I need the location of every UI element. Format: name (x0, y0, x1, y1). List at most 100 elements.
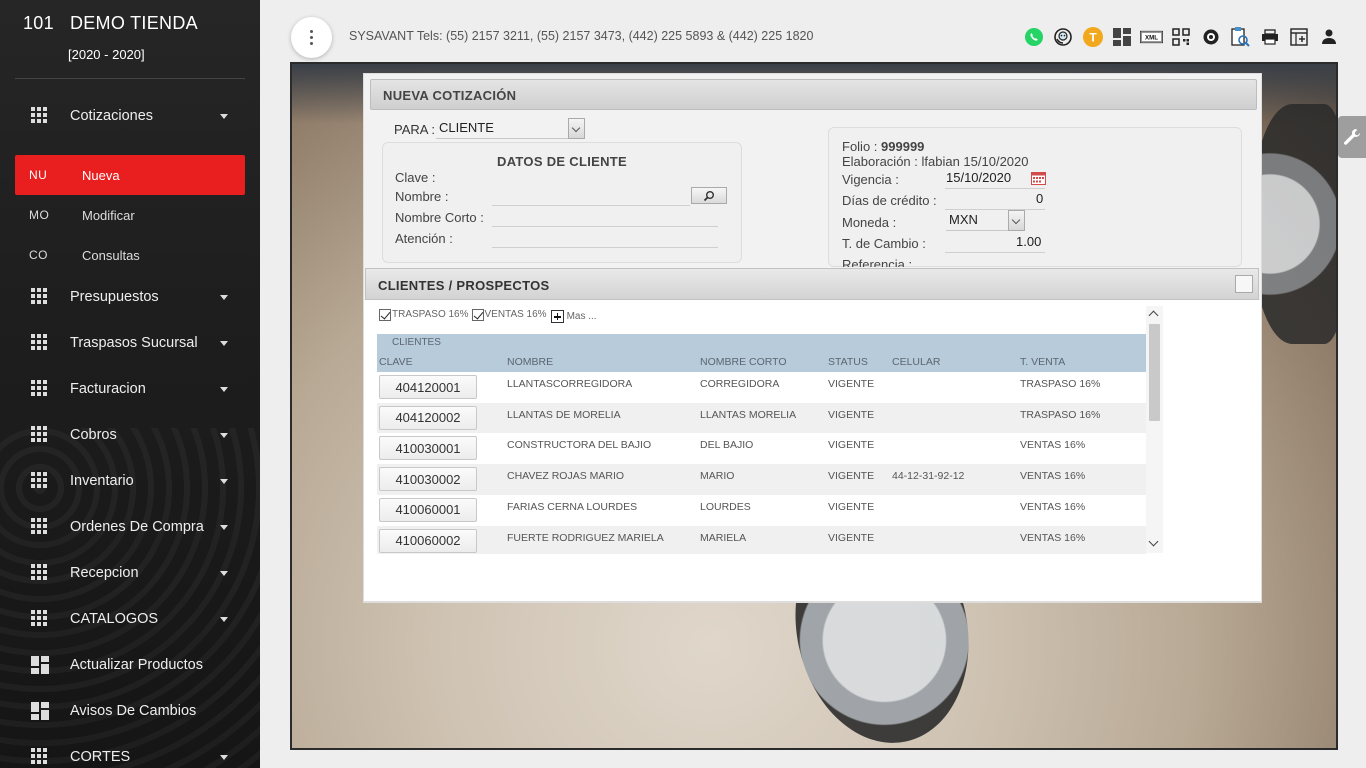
col-nombre-corto[interactable]: NOMBRE CORTO (700, 356, 787, 368)
caret-down-icon (220, 754, 228, 760)
folio-label: Folio : (842, 139, 878, 154)
grid-icon (31, 426, 49, 444)
table-row[interactable]: 404120002 LLANTAS DE MORELIA LLANTAS MOREL… (377, 402, 1146, 434)
caret-down-icon (220, 386, 228, 392)
sidebar-item-cotizaciones[interactable]: Cotizaciones (0, 96, 260, 136)
scroll-up-icon[interactable] (1148, 310, 1159, 321)
col-nombre[interactable]: NOMBRE (507, 356, 553, 368)
menu-button[interactable] (291, 17, 332, 58)
client-key-button[interactable]: 410030001 (379, 436, 477, 461)
cell-t-venta: VENTAS 16% (1020, 531, 1086, 544)
table-row[interactable]: 410060001 FARIAS CERNA LOURDES LOURDES VIGE… (377, 495, 1146, 526)
cell-nombre-corto: LOURDES (700, 500, 751, 513)
cell-t-venta: TRASPASO 16% (1020, 408, 1101, 421)
submenu-item-modificar[interactable]: MO Modificar (15, 195, 245, 235)
cell-status: VIGENTE (828, 531, 875, 544)
sidebar-item-cortes[interactable]: CORTES (0, 737, 260, 768)
nombre-input[interactable] (492, 205, 690, 206)
report-search-icon[interactable] (1229, 25, 1252, 48)
store-name: DEMO TIENDA (69, 13, 198, 33)
table-scrollbar[interactable] (1146, 306, 1163, 553)
cell-nombre-corto: CORREGIDORA (700, 378, 780, 390)
table-group-label: CLIENTES (392, 337, 441, 348)
table-row[interactable]: 410030001 CONSTRUCTORA DEL BAJIO DEL BAJIO… (377, 433, 1146, 464)
moneda-select[interactable]: MXN (946, 210, 1025, 231)
dashboard-icon[interactable] (1111, 25, 1134, 48)
atencion-input[interactable] (492, 247, 718, 248)
sidebar-item-facturacion[interactable]: Facturacion (0, 369, 260, 409)
sidebar-item-recepcion[interactable]: Recepcion (0, 553, 260, 593)
para-select[interactable]: CLIENTE (436, 118, 585, 139)
client-key-button[interactable]: 404120001 (379, 375, 477, 399)
sidebar-item-avisos-de-cambios[interactable]: Avisos De Cambios (0, 691, 260, 731)
calendar-icon[interactable] (1031, 171, 1046, 185)
vigencia-input[interactable]: 15/10/2020 (946, 170, 1011, 185)
table-row[interactable]: 404120001 LLANTASCORREGIDORA CORREGIDORA VI… (377, 372, 1146, 403)
filter-traspaso-label: TRASPASO 16% (392, 309, 469, 320)
caret-down-icon (220, 113, 228, 119)
filter-ventas-checkbox[interactable] (471, 308, 484, 321)
col-t-venta[interactable]: T. VENTA (1020, 356, 1065, 368)
submenu-label: Modificar (82, 207, 135, 223)
modal-title: CLIENTES / PROSPECTOS (365, 268, 1259, 300)
client-key-button[interactable]: 410030002 (379, 467, 477, 492)
cell-t-venta: VENTAS 16% (1020, 439, 1086, 452)
dias-credito-input[interactable]: 0 (1036, 191, 1043, 206)
t-badge-icon[interactable]: T (1081, 25, 1104, 48)
support-icon[interactable] (1052, 25, 1075, 48)
client-key-button[interactable]: 410060002 (379, 528, 477, 553)
sidebar-item-inventario[interactable]: Inventario (0, 461, 260, 501)
cell-nombre: CONSTRUCTORA DEL BAJIO (507, 439, 652, 452)
nombre-corto-label: Nombre Corto : (395, 210, 484, 225)
sidebar-item-presupuestos[interactable]: Presupuestos (0, 277, 260, 317)
col-clave[interactable]: CLAVE (379, 356, 413, 368)
col-status[interactable]: STATUS (828, 356, 868, 368)
wrench-icon (1344, 128, 1360, 145)
filter-traspaso-checkbox[interactable] (379, 308, 391, 321)
submenu-item-nueva[interactable]: NU Nueva (15, 155, 245, 195)
whatsapp-icon[interactable] (1022, 25, 1045, 48)
sidebar-item-traspasos-sucursal[interactable]: Traspasos Sucursal (0, 323, 260, 363)
scroll-down-icon[interactable] (1148, 536, 1159, 547)
col-celular[interactable]: CELULAR (892, 356, 940, 368)
print-icon[interactable] (1258, 25, 1281, 48)
xml-icon[interactable]: XML (1140, 25, 1163, 48)
moneda-value: MXN (949, 212, 978, 227)
settings-icon[interactable] (1199, 25, 1222, 48)
settings-tab[interactable] (1338, 116, 1366, 158)
sidebar-item-catalogos[interactable]: CATALOGOS (0, 599, 260, 639)
chevron-down-icon[interactable] (568, 118, 585, 139)
table-row[interactable]: 410060002 FUERTE RODRIGUEZ MARIELA MARIELA… (377, 525, 1146, 554)
grid-icon (31, 610, 49, 628)
qr-icon[interactable] (1170, 25, 1193, 48)
filter-ventas-label: VENTAS 16% (484, 309, 547, 320)
chevron-down-icon[interactable] (1008, 210, 1025, 231)
table-row[interactable]: 410030002 CHAVEZ ROJAS MARIO MARIO VIGENTE 4… (377, 464, 1146, 495)
new-window-icon[interactable] (1288, 25, 1311, 48)
cell-nombre-corto: LLANTAS MORELIA (700, 408, 797, 421)
folio-value: 999999 (881, 139, 925, 154)
client-key-button[interactable]: 410060001 (379, 497, 477, 522)
sidebar-item-ordenes-de-compra[interactable]: Ordenes De Compra (0, 507, 260, 547)
cell-celular: 44-12-31-92-12 (892, 470, 965, 483)
sidebar-item-label: Traspasos Sucursal (70, 335, 198, 351)
cell-t-venta: VENTAS 16% (1020, 500, 1086, 513)
client-key-button[interactable]: 404120002 (379, 405, 477, 430)
submenu-abbr: NU (29, 168, 48, 182)
sidebar-item-label: CORTES (70, 749, 131, 765)
sidebar-item-cobros[interactable]: Cobros (0, 415, 260, 455)
search-client-button[interactable] (691, 187, 727, 204)
submenu-item-consultas[interactable]: CO Consultas (15, 235, 245, 275)
user-icon[interactable] (1317, 25, 1340, 48)
modal-close-button[interactable] (1235, 275, 1253, 293)
tipo-cambio-input[interactable]: 1.00 (1016, 234, 1041, 249)
plus-icon[interactable] (550, 310, 564, 323)
more-filters-link[interactable]: Mas ... (567, 311, 597, 322)
grid-icon (31, 107, 49, 125)
store-number: 101 (23, 13, 54, 33)
dashboard-icon (31, 702, 49, 720)
sidebar-item-actualizar-productos[interactable]: Actualizar Productos (0, 645, 260, 685)
scroll-thumb[interactable] (1149, 324, 1160, 421)
nombre-corto-input[interactable] (492, 226, 718, 227)
background-wheel-2 (1252, 104, 1336, 344)
